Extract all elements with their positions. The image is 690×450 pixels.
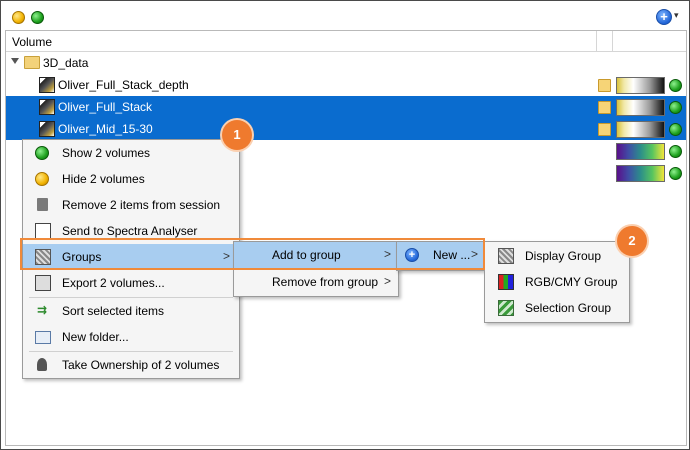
green-dot-icon [35,146,49,160]
volume-icon [39,99,55,115]
volume-icon [39,121,55,137]
menu-item-remove-from-group[interactable]: Remove from group > [234,269,398,295]
menu-item-selection-group[interactable]: Selection Group [485,295,629,321]
menu-item-label: Selection Group [525,301,612,315]
column-divider [612,31,613,51]
menu-item-take-ownership[interactable]: Take Ownership of 2 volumes [23,352,239,378]
folder-icon [35,331,51,344]
title-bar: + ▾ [2,2,688,30]
table-row[interactable]: Oliver_Full_Stack_depth [6,74,686,96]
callout-badge: 1 [222,120,252,150]
volume-label: Oliver_Full_Stack_depth [58,78,189,92]
menu-item-label: Remove from group [272,275,379,289]
menu-item-label: New folder... [62,330,129,344]
rgb-icon [498,274,514,290]
menu-item-export[interactable]: Export 2 volumes... [23,270,239,296]
green-dot-icon[interactable] [31,11,44,24]
menu-item-rgb-cmy-group[interactable]: RGB/CMY Group [485,269,629,295]
lock-icon [598,101,611,114]
visible-status-icon[interactable] [669,101,682,114]
menu-item-hide-volumes[interactable]: Hide 2 volumes [23,166,239,192]
visible-status-icon[interactable] [669,145,682,158]
menu-item-label: Take Ownership of 2 volumes [62,358,220,372]
menu-item-show-volumes[interactable]: Show 2 volumes [23,140,239,166]
menu-item-label: Send to Spectra Analyser [62,224,198,238]
spectra-icon [35,223,51,239]
chevron-down-icon[interactable]: ▾ [674,11,682,20]
callout-badge: 2 [617,226,647,256]
groups-icon [498,248,514,264]
add-volume-button[interactable]: + [656,9,672,25]
color-ramp[interactable] [616,143,665,160]
lock-icon [598,79,611,92]
menu-item-new-folder[interactable]: New folder... [23,324,239,350]
menu-item-display-group[interactable]: Display Group [485,243,629,269]
color-ramp[interactable] [616,121,665,138]
menu-item-label: RGB/CMY Group [525,275,618,289]
menu-item-sort[interactable]: ⇉ Sort selected items [23,298,239,324]
lock-icon [598,123,611,136]
tree-folder-row[interactable]: 3D_data [6,52,686,74]
menu-item-label: Display Group [525,249,602,263]
highlight-box [20,238,485,270]
trash-icon [37,198,48,211]
folder-icon [24,56,40,69]
color-ramp[interactable] [616,77,665,94]
yellow-dot-icon[interactable] [12,11,25,24]
menu-item-label: Sort selected items [62,304,165,318]
color-ramp[interactable] [616,99,665,116]
visible-status-icon[interactable] [669,123,682,136]
table-row[interactable]: Oliver_Mid_15-30 [6,118,686,140]
volume-icon [39,77,55,93]
volume-label: Oliver_Full_Stack [58,100,153,114]
tree-header: Volume [6,31,686,52]
submenu-arrow-icon: > [384,274,392,288]
folder-label: 3D_data [43,56,89,70]
expand-triangle-icon[interactable] [11,58,19,64]
selection-group-icon [498,300,514,316]
export-icon [35,275,51,291]
menu-item-remove-items[interactable]: Remove 2 items from session [23,192,239,218]
yellow-dot-icon [35,172,49,186]
column-divider [596,31,597,51]
table-row[interactable]: Oliver_Full_Stack [6,96,686,118]
menu-item-label: Hide 2 volumes [62,172,145,186]
menu-item-label: Remove 2 items from session [62,198,221,212]
visible-status-icon[interactable] [669,167,682,180]
visible-status-icon[interactable] [669,79,682,92]
volume-label: Oliver_Mid_15-30 [58,122,153,136]
user-icon [37,358,47,371]
column-header-volume[interactable]: Volume [12,35,52,49]
new-group-submenu: Display Group RGB/CMY Group Selection Gr… [484,241,630,323]
sort-icon: ⇉ [36,303,48,317]
color-ramp[interactable] [616,165,665,182]
menu-item-label: Show 2 volumes [62,146,151,160]
menu-item-label: Export 2 volumes... [62,276,165,290]
